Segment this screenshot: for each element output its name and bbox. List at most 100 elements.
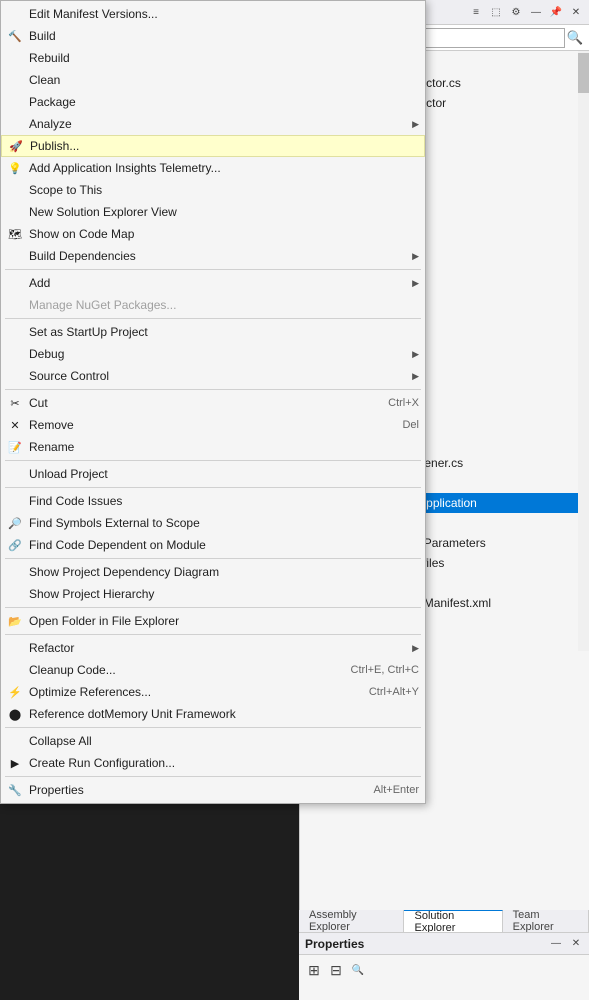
rebuild-icon [7,50,23,66]
project-dependency-diagram-label: Show Project Dependency Diagram [29,565,419,579]
menu-item-open-folder[interactable]: 📂 Open Folder in File Explorer [1,610,425,632]
find-code-issues-label: Find Code Issues [29,494,419,508]
menu-item-remove[interactable]: ✕RemoveDel [1,414,425,436]
manage-nuget-label: Manage NuGet Packages... [29,298,419,312]
tab-assembly-explorer[interactable]: Assembly Explorer [299,910,404,932]
menu-item-clean[interactable]: Clean [1,69,425,91]
scope-to-this-label: Scope to This [29,183,419,197]
unload-project-icon [7,466,23,482]
menu-item-package[interactable]: Package [1,91,425,113]
add-label: Add [29,276,408,290]
new-solution-view-icon [7,204,23,220]
solution-explorer-toolbar-btn1[interactable]: ≡ [467,3,485,21]
solution-explorer-toolbar-btn4[interactable]: — [527,3,545,21]
menu-item-analyze[interactable]: Analyze▶ [1,113,425,135]
solution-explorer-search-button[interactable]: 🔍 [565,28,585,48]
tab-team-explorer[interactable]: Team Explorer [503,910,589,932]
open-folder-label: Open Folder in File Explorer [29,614,419,628]
solution-explorer-close-button[interactable]: ✕ [567,3,585,21]
properties-toolbar-pin[interactable]: ✕ [567,935,585,953]
scrollbar-thumb[interactable] [578,53,589,93]
menu-item-cleanup-code[interactable]: Cleanup Code... Ctrl+E, Ctrl+C [1,659,425,681]
find-code-dependent-icon: 🔗 [7,537,23,553]
collapse-all-icon [7,733,23,749]
menu-item-add[interactable]: Add▶ [1,272,425,294]
menu-item-find-code-issues[interactable]: Find Code Issues [1,490,425,512]
properties-title: Properties [305,937,364,951]
properties-shortcut: Alt+Enter [373,784,419,796]
project-hierarchy-icon [7,586,23,602]
publish-label: Publish... [30,139,418,153]
source-control-label: Source Control [29,369,408,383]
menu-item-set-startup[interactable]: Set as StartUp Project [1,321,425,343]
find-code-dependent-label: Find Code Dependent on Module [29,538,419,552]
solution-explorer-toolbar-btn2[interactable]: ⬚ [487,3,505,21]
rename-label: Rename [29,440,419,454]
create-run-config-label: Create Run Configuration... [29,756,419,770]
menu-item-project-hierarchy[interactable]: Show Project Hierarchy [1,583,425,605]
properties-settings-btn[interactable]: 🔍 [349,961,367,979]
refactor-icon [7,640,23,656]
menu-item-unload-project[interactable]: Unload Project [1,463,425,485]
menu-item-project-dependency-diagram[interactable]: Show Project Dependency Diagram [1,561,425,583]
collapse-all-label: Collapse All [29,734,419,748]
show-code-map-icon: 🗺 [7,226,23,242]
properties-toolbar-btn1[interactable]: — [547,935,565,953]
menu-item-properties[interactable]: 🔧PropertiesAlt+Enter [1,779,425,801]
properties-sort-btn[interactable]: ⊞ [305,961,323,979]
menu-item-find-code-dependent[interactable]: 🔗 Find Code Dependent on Module [1,534,425,556]
project-hierarchy-label: Show Project Hierarchy [29,587,419,601]
menu-item-create-run-config[interactable]: ▶ Create Run Configuration... [1,752,425,774]
menu-item-new-solution-view[interactable]: New Solution Explorer View [1,201,425,223]
package-icon [7,94,23,110]
properties-filter-btn[interactable]: ⊟ [327,961,345,979]
source-control-icon [7,368,23,384]
set-startup-label: Set as StartUp Project [29,325,419,339]
menu-item-build[interactable]: 🔨Build [1,25,425,47]
menu-item-refactor[interactable]: Refactor▶ [1,637,425,659]
properties-panel: Properties — ✕ ⊞ ⊟ 🔍 [299,932,589,1000]
solution-explorer-toolbar-btn3[interactable]: ⚙ [507,3,525,21]
menu-item-rebuild[interactable]: Rebuild [1,47,425,69]
menu-item-show-code-map[interactable]: 🗺Show on Code Map [1,223,425,245]
cut-label: Cut [29,396,368,410]
cleanup-code-label: Cleanup Code... [29,663,331,677]
menu-item-optimize-references[interactable]: ⚡Optimize References...Ctrl+Alt+Y [1,681,425,703]
open-folder-icon: 📂 [7,613,23,629]
menu-item-collapse-all[interactable]: Collapse All [1,730,425,752]
menu-item-find-symbols[interactable]: 🔎Find Symbols External to Scope [1,512,425,534]
publish-icon: 🚀 [8,138,24,154]
find-symbols-icon: 🔎 [7,515,23,531]
solution-explorer-toolbar-pin[interactable]: 📌 [547,3,565,21]
menu-item-debug[interactable]: Debug▶ [1,343,425,365]
solution-explorer-scrollbar[interactable] [578,51,589,651]
menu-item-cut[interactable]: ✂CutCtrl+X [1,392,425,414]
menu-separator-after-reference-dotmemory [5,727,421,728]
menu-item-source-control[interactable]: Source Control ▶ [1,365,425,387]
rebuild-label: Rebuild [29,51,419,65]
menu-item-app-insights[interactable]: 💡Add Application Insights Telemetry... [1,157,425,179]
manage-nuget-icon [7,297,23,313]
find-code-issues-icon [7,493,23,509]
menu-separator-after-manage-nuget [5,318,421,319]
clean-label: Clean [29,73,419,87]
menu-item-build-dependencies[interactable]: Build Dependencies▶ [1,245,425,267]
menu-item-edit-manifest[interactable]: Edit Manifest Versions... [1,3,425,25]
menu-item-publish[interactable]: 🚀 Publish... [1,135,425,157]
build-dependencies-label: Build Dependencies [29,249,408,263]
menu-item-rename[interactable]: 📝Rename [1,436,425,458]
cleanup-code-shortcut: Ctrl+E, Ctrl+C [351,664,419,676]
cleanup-code-icon [7,662,23,678]
set-startup-icon [7,324,23,340]
menu-item-reference-dotmemory[interactable]: ⬤Reference dotMemory Unit Framework [1,703,425,725]
analyze-submenu-arrow: ▶ [412,119,419,130]
menu-separator-after-build-dependencies [5,269,421,270]
source-control-submenu-arrow: ▶ [412,371,419,382]
unload-project-label: Unload Project [29,467,419,481]
menu-item-scope-to-this[interactable]: Scope to This [1,179,425,201]
menu-separator-after-unload-project [5,487,421,488]
tab-solution-explorer[interactable]: Solution Explorer [404,910,502,932]
reference-dotmemory-icon: ⬤ [7,706,23,722]
create-run-config-icon: ▶ [7,755,23,771]
optimize-references-label: Optimize References... [29,685,349,699]
